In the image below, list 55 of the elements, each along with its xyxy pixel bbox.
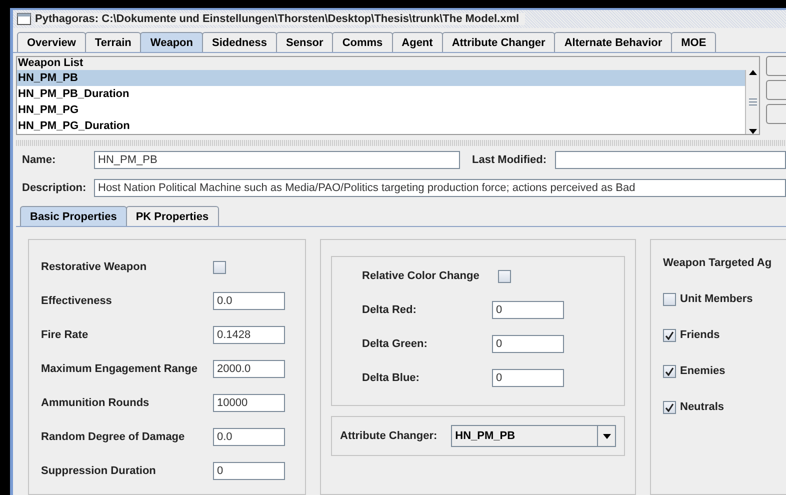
- scroll-down-icon[interactable]: [748, 129, 756, 134]
- attribute-changer-dropdown[interactable]: HN_PM_PB: [451, 425, 616, 447]
- checkbox[interactable]: [663, 292, 676, 306]
- input-field[interactable]: 0: [492, 369, 564, 387]
- window-title: Pythagoras: C:\Dokumente und Einstellungen\Thorsten\Desktop\Thesis\trunk\The Model.xml: [35, 13, 526, 25]
- panel-title: Weapon Targeted Ag: [663, 257, 772, 269]
- last-modified-field[interactable]: [554, 151, 786, 169]
- field-label: Suppression Duration: [41, 465, 157, 477]
- tab[interactable]: MOE: [671, 32, 716, 52]
- tab[interactable]: PK Properties: [126, 206, 219, 226]
- checkbox-label: Relative Color Change: [362, 270, 480, 282]
- field-label: Delta Red:: [362, 304, 418, 316]
- field-label: Description:: [22, 182, 86, 194]
- field-label: Last Modified:: [472, 154, 547, 166]
- scroll-thumb-icon[interactable]: [748, 98, 758, 106]
- field-label: Fire Rate: [41, 329, 90, 341]
- tab[interactable]: Weapon: [140, 32, 203, 52]
- list-header: Weapon List: [17, 57, 759, 70]
- description-field[interactable]: Host Nation Political Machine such as Media/PAO/Politics targeting production force; actions perceived as Bad: [94, 179, 786, 197]
- caret-icon: [602, 434, 610, 438]
- field-label: Name:: [22, 154, 57, 166]
- checkbox[interactable]: [498, 270, 511, 282]
- scrollbar[interactable]: [745, 70, 759, 134]
- checkbox-label: Neutrals: [680, 401, 724, 413]
- checkbox[interactable]: [663, 364, 676, 378]
- checkbox-label: Unit Members: [680, 293, 753, 305]
- field-label: Delta Green:: [362, 338, 428, 350]
- field-label: Delta Blue:: [362, 372, 420, 384]
- tab[interactable]: Overview: [17, 32, 86, 52]
- input-field[interactable]: 0.0: [213, 428, 285, 446]
- list-item[interactable]: HN_PM_PB: [17, 70, 745, 86]
- checkbox-label: Friends: [680, 329, 720, 341]
- input-field[interactable]: 0: [213, 462, 285, 480]
- checkbox-label: Restorative Weapon: [41, 261, 148, 273]
- tab[interactable]: Basic Properties: [20, 206, 127, 226]
- input-field[interactable]: 2000.0: [213, 360, 285, 378]
- name-field[interactable]: HN_PM_PB: [94, 151, 460, 169]
- field-label: Attribute Changer:: [340, 430, 438, 442]
- checkbox[interactable]: [663, 400, 676, 414]
- field-label: Ammunition Rounds: [41, 397, 150, 409]
- field-label: Maximum Engagement Range: [41, 363, 198, 375]
- field-label: Random Degree of Damage: [41, 431, 186, 443]
- input-field[interactable]: 10000: [213, 394, 285, 412]
- field-label: Effectiveness: [41, 295, 113, 307]
- input-field[interactable]: 0: [492, 335, 564, 353]
- input-field[interactable]: 0: [492, 301, 564, 319]
- input-field[interactable]: 0.1428: [213, 326, 285, 344]
- window-icon: [17, 13, 31, 25]
- input-field[interactable]: 0.0: [213, 292, 285, 310]
- side-button[interactable]: [766, 56, 786, 76]
- side-button[interactable]: [766, 104, 786, 124]
- checkbox[interactable]: [663, 328, 676, 342]
- checkbox[interactable]: [213, 260, 226, 274]
- side-button[interactable]: [766, 80, 786, 100]
- checkbox-label: Enemies: [680, 365, 726, 377]
